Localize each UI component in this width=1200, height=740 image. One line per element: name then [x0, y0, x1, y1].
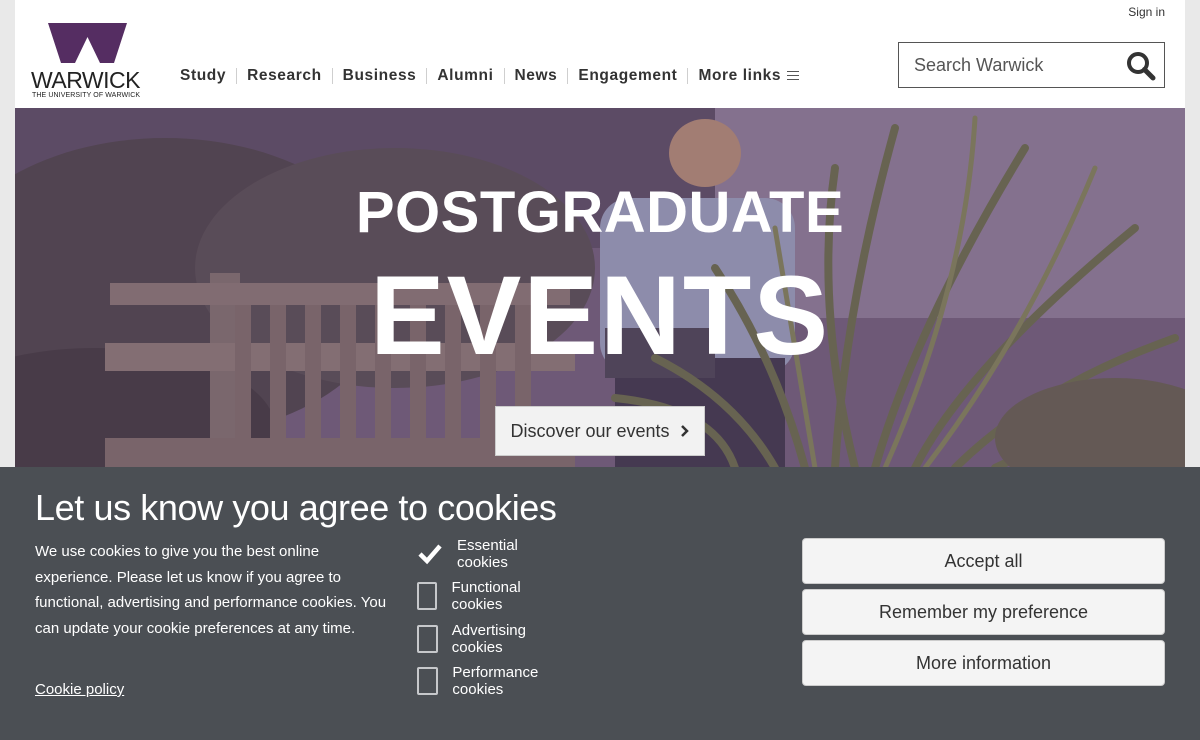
hamburger-menu-icon: [787, 70, 800, 81]
essential-cookies-label: Essential cookies: [457, 537, 518, 571]
performance-cookies-label[interactable]: Performance cookies: [452, 664, 546, 698]
discover-events-label: Discover our events: [510, 420, 670, 441]
accept-all-button[interactable]: Accept all: [802, 538, 1165, 584]
cookie-heading: Let us know you agree to cookies: [35, 487, 557, 528]
hero-title-events: EVENTS: [369, 253, 831, 378]
performance-cookies-checkbox[interactable]: [417, 667, 439, 695]
nav-more-links[interactable]: More links: [687, 68, 809, 84]
search-input[interactable]: [899, 43, 1119, 87]
nav-study[interactable]: Study: [171, 68, 236, 84]
option-advertising-cookies[interactable]: Advertising cookies: [417, 622, 535, 656]
hero-banner: POSTGRADUATE EVENTS Discover our events: [15, 108, 1185, 468]
remember-preference-button[interactable]: Remember my preference: [802, 589, 1165, 635]
nav-alumni[interactable]: Alumni: [426, 68, 503, 84]
hero-title-postgraduate: POSTGRADUATE: [355, 180, 845, 245]
advertising-cookies-label[interactable]: Advertising cookies: [452, 622, 535, 656]
option-functional-cookies[interactable]: Functional cookies: [417, 579, 530, 613]
cookie-policy-link[interactable]: Cookie policy: [35, 681, 124, 698]
checkmark-icon: [417, 540, 443, 568]
chevron-right-icon: [680, 425, 689, 437]
warwick-w-mark: [48, 23, 127, 63]
option-essential-cookies: Essential cookies: [417, 537, 522, 571]
discover-events-button[interactable]: Discover our events: [495, 406, 705, 456]
sign-in-link[interactable]: Sign in: [1128, 5, 1165, 19]
more-information-button[interactable]: More information: [802, 640, 1165, 686]
nav-business[interactable]: Business: [331, 68, 427, 84]
warwick-logo[interactable]: WARWICK THE UNIVERSITY OF WARWICK: [31, 23, 145, 101]
advertising-cookies-checkbox[interactable]: [417, 625, 438, 653]
nav-research[interactable]: Research: [236, 68, 332, 84]
nav-news[interactable]: News: [503, 68, 568, 84]
logo-wordmark: WARWICK: [31, 67, 140, 93]
search-icon[interactable]: [1126, 51, 1156, 81]
functional-cookies-checkbox[interactable]: [417, 582, 438, 610]
search-box: [898, 42, 1165, 88]
nav-engagement[interactable]: Engagement: [567, 68, 687, 84]
main-nav: Study Research Business Alumni News Enga…: [171, 68, 809, 84]
option-performance-cookies[interactable]: Performance cookies: [417, 664, 547, 698]
functional-cookies-label[interactable]: Functional cookies: [451, 579, 530, 613]
cookie-banner: Let us know you agree to cookies We use …: [0, 467, 1200, 740]
cookie-description: We use cookies to give you the best onli…: [35, 543, 387, 637]
nav-more-links-label: More links: [698, 67, 782, 84]
logo-subtitle: THE UNIVERSITY OF WARWICK: [32, 92, 141, 99]
